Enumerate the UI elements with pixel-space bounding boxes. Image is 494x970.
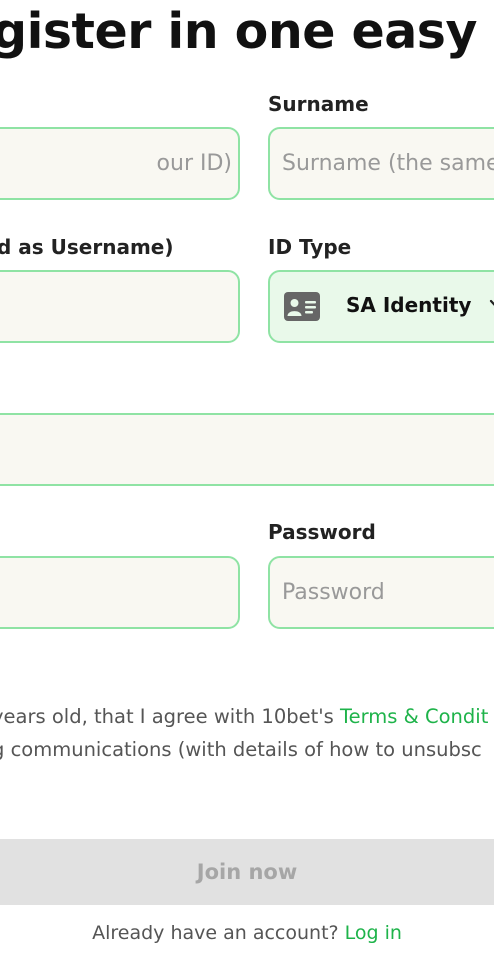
surname-field-container: [268, 127, 494, 200]
consent-line-1: years old, that I agree with 10bet's Ter…: [0, 700, 488, 733]
password-label: Password: [268, 520, 376, 544]
login-link[interactable]: Log in: [345, 922, 402, 944]
page-title: gister in one easy st: [0, 3, 494, 60]
id-type-selected-value: SA Identity: [346, 293, 472, 317]
id-type-select[interactable]: SA Identity: [268, 270, 494, 343]
left-field-container: [0, 556, 240, 629]
chevron-down-icon: [489, 299, 494, 306]
consent-line-2: g communications (with details of how to…: [0, 738, 482, 761]
registration-page: gister in one easy st Surname d as Usern…: [0, 0, 494, 970]
left-input[interactable]: [0, 558, 238, 627]
wide-field-container: [0, 413, 494, 486]
wide-input[interactable]: [0, 415, 494, 484]
surname-input[interactable]: [270, 129, 494, 198]
already-have-account-text: Already have an account?: [92, 922, 339, 944]
consent-line-1-text: years old, that I agree with 10bet's: [0, 705, 340, 728]
consent-text: years old, that I agree with 10bet's Ter…: [0, 700, 488, 766]
username-field-container: [0, 270, 240, 343]
username-input[interactable]: [0, 272, 238, 341]
id-type-label: ID Type: [268, 235, 352, 259]
terms-link[interactable]: Terms & Condit: [340, 705, 488, 728]
id-card-icon: [284, 292, 320, 321]
id-number-input[interactable]: [0, 129, 238, 198]
id-number-field-container: [0, 127, 240, 200]
surname-label: Surname: [268, 92, 369, 116]
password-field-container: [268, 556, 494, 629]
password-input[interactable]: [270, 558, 494, 627]
join-now-button[interactable]: Join now: [0, 839, 494, 905]
username-label: d as Username): [0, 235, 174, 259]
login-row: Already have an account? Log in: [0, 922, 494, 944]
